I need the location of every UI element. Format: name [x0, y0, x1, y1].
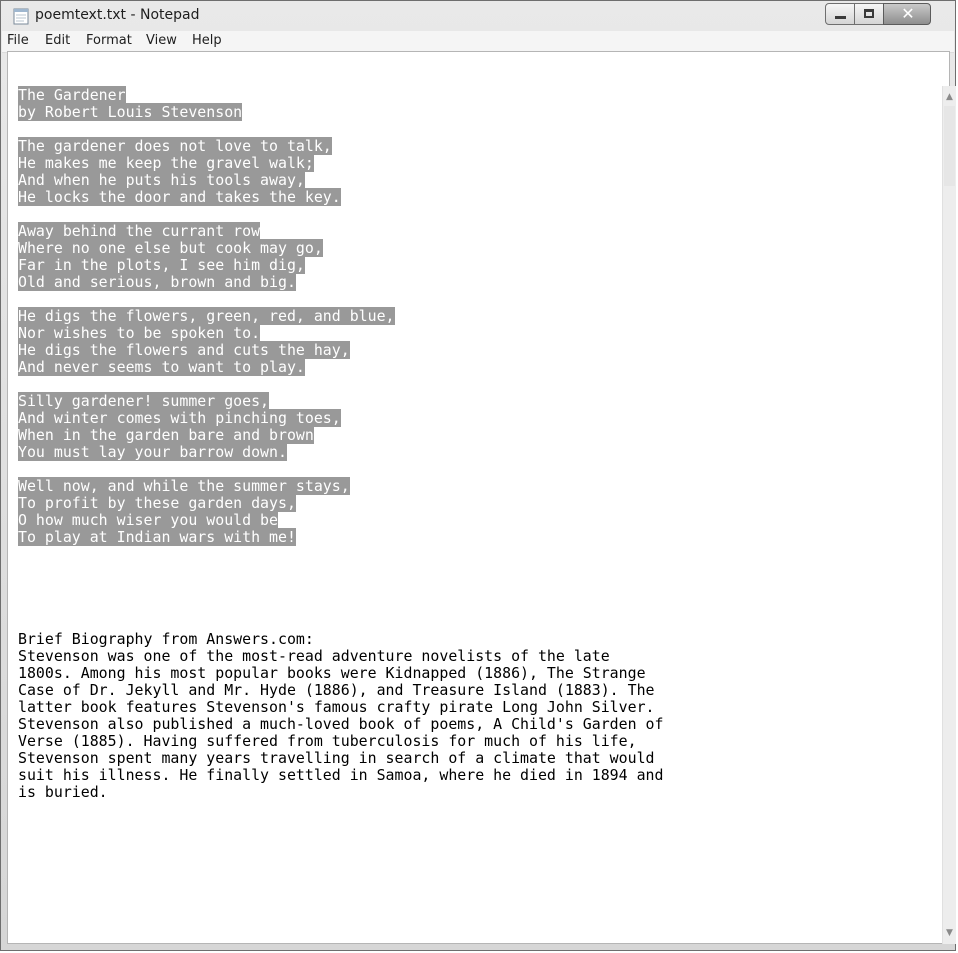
text-line: [18, 614, 663, 631]
selected-line: O how much wiser you would be: [18, 511, 663, 529]
close-icon: ✕: [901, 4, 915, 23]
selected-line: Away behind the currant row: [18, 222, 663, 240]
menu-edit[interactable]: Edit: [45, 33, 70, 48]
selected-line: by Robert Louis Stevenson: [18, 103, 663, 121]
line-text: Stevenson was one of the most-read adven…: [18, 647, 610, 665]
menu-help[interactable]: Help: [192, 33, 222, 48]
line-text: 1800s. Among his most popular books were…: [18, 664, 646, 682]
line-text: suit his illness. He finally settled in …: [18, 766, 664, 784]
line-text: Verse (1885). Having suffered from tuber…: [18, 732, 637, 750]
text-line: Stevenson spent many years travelling in…: [18, 750, 663, 767]
selected-line: And winter comes with pinching toes,: [18, 409, 663, 427]
text-line: Brief Biography from Answers.com:: [18, 631, 663, 648]
line-text: Nor wishes to be spoken to.: [18, 324, 261, 342]
line-text: And when he puts his tools away,: [18, 171, 305, 189]
menu-view[interactable]: View: [146, 33, 177, 48]
selected-line: He locks the door and takes the key.: [18, 188, 663, 206]
maximize-button[interactable]: [854, 3, 884, 25]
line-text: To play at Indian wars with me!: [18, 528, 296, 546]
line-text: He locks the door and takes the key.: [18, 188, 341, 206]
selected-line: And never seems to want to play.: [18, 358, 663, 376]
line-text: is buried.: [18, 783, 108, 801]
selected-line: He digs the flowers and cuts the hay,: [18, 341, 663, 359]
selected-line: [18, 291, 663, 308]
line-text: Case of Dr. Jekyll and Mr. Hyde (1886), …: [18, 681, 655, 699]
vertical-scrollbar[interactable]: ▲ ▼: [942, 86, 956, 944]
text-line: is buried.: [18, 784, 663, 801]
selected-line: Far in the plots, I see him dig,: [18, 256, 663, 274]
line-text: Where no one else but cook may go,: [18, 239, 323, 257]
line-text: You must lay your barrow down.: [18, 443, 287, 461]
line-text: And winter comes with pinching toes,: [18, 409, 341, 427]
selected-line: Well now, and while the summer stays,: [18, 477, 663, 495]
line-text: And never seems to want to play.: [18, 358, 305, 376]
minimize-button[interactable]: [825, 3, 855, 25]
line-text: Silly gardener! summer goes,: [18, 392, 270, 410]
text-line: [18, 580, 663, 597]
line-text: Away behind the currant row: [18, 222, 261, 240]
selected-line: To play at Indian wars with me!: [18, 528, 663, 546]
line-text: Old and serious, brown and big.: [18, 273, 296, 291]
menu-bar: File Edit Format View Help: [2, 31, 954, 53]
maximize-icon: [864, 9, 874, 18]
text-line: Stevenson was one of the most-read adven…: [18, 648, 663, 665]
selected-line: The Gardener: [18, 86, 663, 104]
close-button[interactable]: ✕: [883, 3, 931, 25]
line-text: by Robert Louis Stevenson: [18, 103, 243, 121]
selected-line: You must lay your barrow down.: [18, 443, 663, 461]
menu-format[interactable]: Format: [86, 33, 132, 48]
notepad-icon: [13, 8, 29, 25]
line-text: latter book features Stevenson's famous …: [18, 698, 655, 716]
text-line: [18, 546, 663, 563]
selected-line: Silly gardener! summer goes,: [18, 392, 663, 410]
line-text: The Gardener: [18, 86, 126, 104]
scrollbar-thumb[interactable]: [944, 106, 955, 186]
selected-line: To profit by these garden days,: [18, 494, 663, 512]
text-line: Verse (1885). Having suffered from tuber…: [18, 733, 663, 750]
text-line: [18, 597, 663, 614]
scroll-up-icon[interactable]: ▲: [943, 90, 956, 104]
line-text: Stevenson spent many years travelling in…: [18, 749, 655, 767]
line-text: Well now, and while the summer stays,: [18, 477, 350, 495]
text-line: latter book features Stevenson's famous …: [18, 699, 663, 716]
line-text: Brief Biography from Answers.com:: [18, 630, 314, 648]
selected-line: And when he puts his tools away,: [18, 171, 663, 189]
selected-line: [18, 121, 663, 138]
selected-line: [18, 376, 663, 393]
selected-line: The gardener does not love to talk,: [18, 137, 663, 155]
selected-line: Old and serious, brown and big.: [18, 273, 663, 291]
text-line: [18, 563, 663, 580]
text-line: suit his illness. He finally settled in …: [18, 767, 663, 784]
selected-line: He makes me keep the gravel walk;: [18, 154, 663, 172]
selected-line: When in the garden bare and brown: [18, 426, 663, 444]
document-text[interactable]: The Gardener by Robert Louis Stevenson The…: [18, 86, 663, 801]
minimize-icon: [835, 16, 846, 19]
line-text: He digs the flowers, green, red, and blu…: [18, 307, 395, 325]
text-editor-area[interactable]: The Gardener by Robert Louis Stevenson The…: [7, 51, 950, 944]
selected-line: [18, 206, 663, 223]
line-text: When in the garden bare and brown: [18, 426, 314, 444]
window-title: poemtext.txt - Notepad: [35, 7, 200, 23]
selected-line: He digs the flowers, green, red, and blu…: [18, 307, 663, 325]
text-line: Stevenson also published a much-loved bo…: [18, 716, 663, 733]
text-line: 1800s. Among his most popular books were…: [18, 665, 663, 682]
line-text: Far in the plots, I see him dig,: [18, 256, 305, 274]
line-text: The gardener does not love to talk,: [18, 137, 332, 155]
selected-line: Nor wishes to be spoken to.: [18, 324, 663, 342]
scroll-down-icon[interactable]: ▼: [943, 926, 956, 940]
line-text: Stevenson also published a much-loved bo…: [18, 715, 664, 733]
line-text: He digs the flowers and cuts the hay,: [18, 341, 350, 359]
title-bar[interactable]: poemtext.txt - Notepad ✕: [1, 1, 955, 31]
selected-line: [18, 461, 663, 478]
menu-file[interactable]: File: [7, 33, 29, 48]
line-text: He makes me keep the gravel walk;: [18, 154, 314, 172]
selected-line: Where no one else but cook may go,: [18, 239, 663, 257]
text-line: Case of Dr. Jekyll and Mr. Hyde (1886), …: [18, 682, 663, 699]
line-text: To profit by these garden days,: [18, 494, 296, 512]
line-text: O how much wiser you would be: [18, 511, 278, 529]
